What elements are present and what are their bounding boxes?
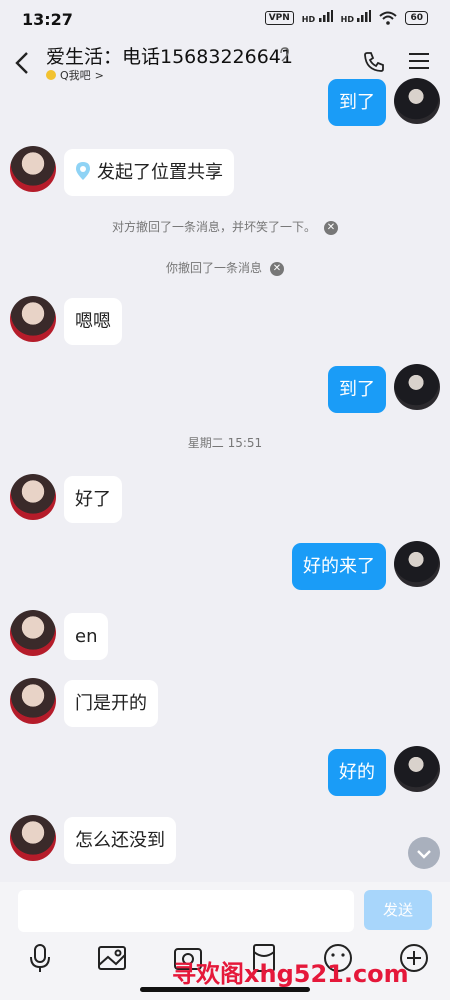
microphone-icon[interactable] — [22, 940, 58, 976]
avatar[interactable] — [10, 815, 56, 861]
location-share-text: 发起了位置共享 — [97, 162, 223, 183]
message-bubble[interactable]: 怎么还没到 — [64, 817, 176, 864]
avatar[interactable] — [394, 364, 440, 410]
message-bubble[interactable]: 好了 — [64, 476, 122, 523]
location-pin-icon — [76, 162, 90, 180]
system-notice-text: 你撤回了一条消息 — [165, 261, 262, 275]
location-share-bubble[interactable]: 发起了位置共享 — [64, 149, 234, 196]
system-notice-text: 对方撤回了一条消息，并坏笑了一下。 — [111, 220, 316, 234]
avatar[interactable] — [394, 78, 440, 124]
image-icon[interactable] — [94, 940, 130, 976]
wifi-icon — [379, 11, 398, 25]
avatar[interactable] — [10, 146, 56, 192]
phone-icon[interactable] — [362, 50, 386, 74]
timestamp: 星期二 15:51 — [187, 436, 263, 450]
avatar[interactable] — [10, 678, 56, 724]
subtitle-text: Q我吧 — [60, 69, 91, 82]
watermark: 寻欢阁xhg521.com — [172, 960, 409, 988]
message-bubble[interactable]: 好的 — [328, 749, 386, 796]
ear-icon — [280, 47, 289, 62]
status-bar: 13:27 VPN HD HD 60 — [0, 0, 450, 40]
avatar[interactable] — [10, 610, 56, 656]
menu-icon[interactable] — [408, 50, 430, 72]
signal-icon: HD — [302, 10, 333, 25]
message-bubble[interactable]: 好的来了 — [292, 543, 386, 590]
system-notice: 你撤回了一条消息 ✕ — [0, 259, 450, 276]
system-notice: 对方撤回了一条消息，并坏笑了一下。 ✕ — [0, 218, 450, 235]
home-indicator — [140, 987, 310, 992]
message-input[interactable] — [18, 890, 354, 932]
avatar[interactable] — [394, 541, 440, 587]
message-bubble[interactable]: 门是开的 — [64, 680, 158, 727]
message-bubble[interactable]: 到了 — [328, 79, 386, 126]
chevron-down-icon — [417, 849, 431, 859]
close-icon[interactable]: ✕ — [270, 261, 284, 276]
message-bubble[interactable]: en — [64, 613, 109, 660]
input-area: 发送 寻欢阁xhg521.com — [0, 882, 450, 1000]
chevron-right-icon: > — [94, 68, 104, 82]
avatar[interactable] — [10, 474, 56, 520]
message-bubble[interactable]: 到了 — [328, 366, 386, 413]
chat-title: 爱生活：电话15683226641 — [46, 46, 293, 68]
status-icons: VPN HD HD 60 — [264, 10, 428, 25]
vpn-icon: VPN — [264, 10, 294, 25]
signal-icon: HD — [341, 10, 372, 25]
avatar[interactable] — [394, 746, 440, 792]
status-time: 13:27 — [22, 10, 73, 29]
send-button[interactable]: 发送 — [364, 890, 432, 930]
battery-icon: 60 — [405, 10, 428, 25]
close-icon[interactable]: ✕ — [324, 220, 338, 235]
chat-subtitle[interactable]: Q我吧 > — [46, 67, 104, 83]
scroll-down-button[interactable] — [408, 837, 440, 869]
avatar[interactable] — [10, 296, 56, 342]
emoji-icon — [46, 70, 56, 80]
back-button[interactable] — [10, 48, 34, 78]
message-bubble[interactable]: 嗯嗯 — [64, 298, 122, 345]
